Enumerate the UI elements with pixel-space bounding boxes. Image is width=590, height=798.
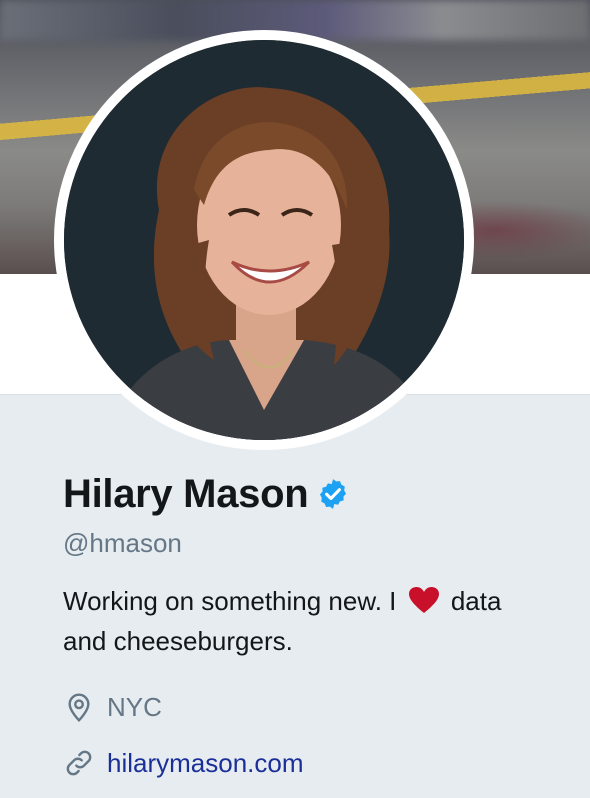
name-row: Hilary Mason bbox=[63, 470, 570, 518]
profile-info: Hilary Mason @hmason Working on somethin… bbox=[63, 470, 570, 785]
avatar[interactable] bbox=[64, 40, 464, 440]
bio-text-start: Working on something new. I bbox=[63, 586, 397, 616]
handle[interactable]: @hmason bbox=[63, 528, 570, 559]
location-row: NYC bbox=[63, 685, 570, 729]
display-name[interactable]: Hilary Mason bbox=[63, 472, 309, 517]
website-row: hilarymason.com bbox=[63, 741, 570, 785]
location-text: NYC bbox=[107, 691, 162, 722]
bio: Working on something new. I data and che… bbox=[63, 581, 543, 661]
heart-emoji-icon bbox=[408, 587, 439, 613]
website-link[interactable]: hilarymason.com bbox=[107, 748, 304, 779]
location-pin-icon bbox=[68, 693, 90, 723]
avatar-portrait bbox=[64, 40, 464, 440]
link-icon bbox=[66, 750, 92, 776]
verified-badge-icon[interactable] bbox=[316, 477, 350, 511]
